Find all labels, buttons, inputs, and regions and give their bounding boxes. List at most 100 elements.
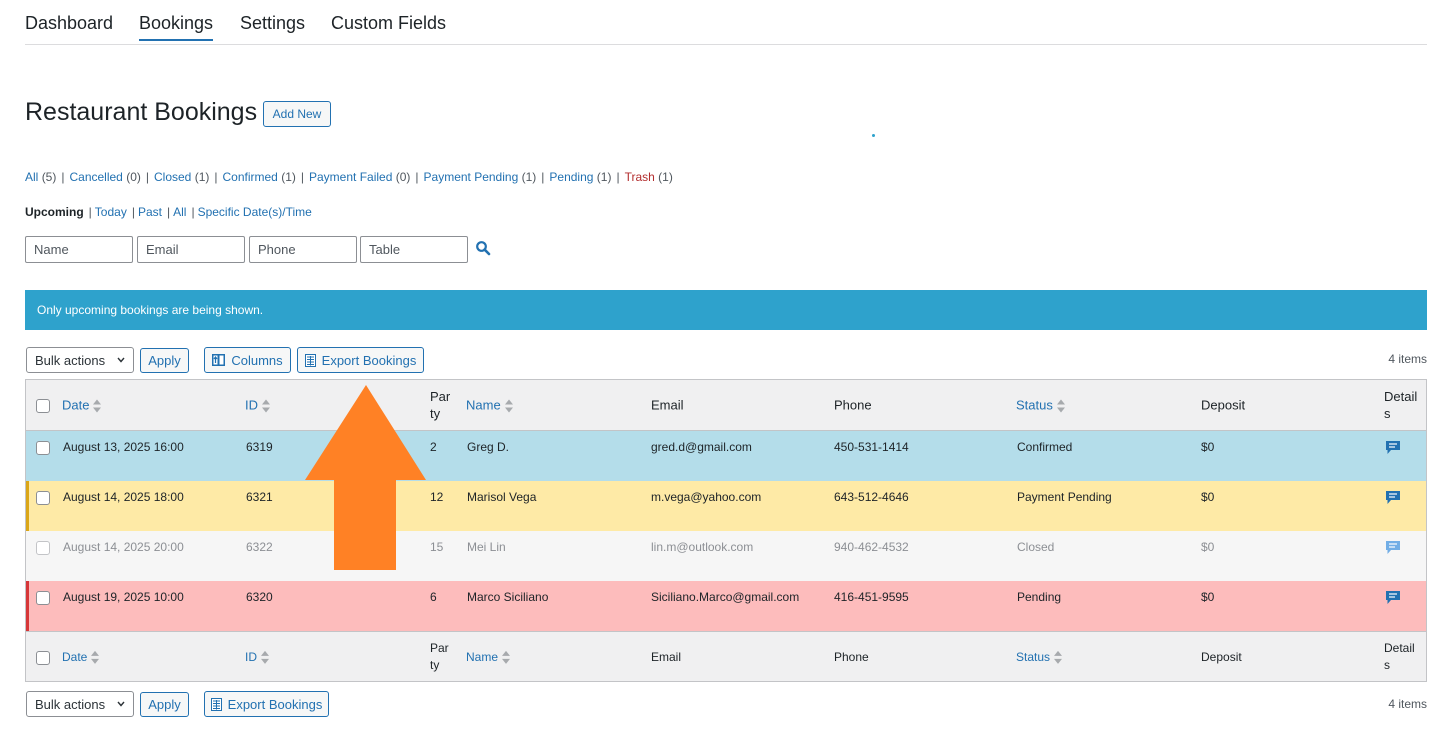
table-row[interactable]: August 14, 2025 18:00 6321 12 Marisol Ve… <box>26 481 1426 531</box>
tab-settings[interactable]: Settings <box>240 13 305 34</box>
filter-cancelled[interactable]: Cancelled <box>69 170 122 184</box>
sort-icon <box>261 650 269 664</box>
column-id[interactable]: ID <box>245 397 270 413</box>
sort-icon <box>504 399 513 413</box>
email-search-input[interactable] <box>137 236 245 263</box>
select-all-checkbox[interactable] <box>36 651 50 665</box>
column-email: Email <box>651 649 682 664</box>
row-checkbox[interactable] <box>36 441 50 455</box>
row-date: August 19, 2025 10:00 <box>63 590 184 604</box>
column-date[interactable]: Date <box>62 649 100 664</box>
time-filter-past[interactable]: Past <box>138 205 162 219</box>
bulk-actions-select[interactable]: Bulk actions <box>26 347 134 373</box>
table-search-input[interactable] <box>360 236 468 263</box>
time-filter-upcoming[interactable]: Upcoming <box>25 205 84 219</box>
sort-icon <box>1054 650 1063 664</box>
row-id: 6322 <box>246 540 273 554</box>
filter-trash[interactable]: Trash <box>625 170 655 184</box>
add-new-button[interactable]: Add New <box>263 101 331 127</box>
column-deposit: Deposit <box>1201 397 1246 413</box>
export-bookings-button-bottom[interactable]: Export Bookings <box>204 691 329 717</box>
comment-icon[interactable] <box>1385 490 1401 505</box>
column-name[interactable]: Name <box>466 397 513 413</box>
column-id[interactable]: ID <box>245 649 269 664</box>
column-party: Par ty <box>430 640 449 672</box>
status-indicator <box>26 481 29 531</box>
row-email: lin.m@outlook.com <box>651 540 754 554</box>
tab-dashboard[interactable]: Dashboard <box>25 13 113 34</box>
bookings-table: Date ID Par ty Name Email Phone Status De… <box>25 379 1427 682</box>
comment-icon[interactable] <box>1385 590 1401 605</box>
row-email: Siciliano.Marco@gmail.com <box>651 590 800 604</box>
column-date[interactable]: Date <box>62 397 102 413</box>
spreadsheet-icon <box>304 353 316 367</box>
filter-closed[interactable]: Closed <box>154 170 191 184</box>
time-filter-today[interactable]: Today <box>95 205 127 219</box>
time-filter-all[interactable]: All <box>173 205 186 219</box>
bulk-actions-select-bottom[interactable]: Bulk actions <box>26 691 134 717</box>
filter-payment-failed[interactable]: Payment Failed <box>309 170 392 184</box>
table-row[interactable]: August 13, 2025 16:00 6319 2 Greg D. gre… <box>26 431 1426 481</box>
column-email: Email <box>651 397 684 413</box>
arrow-up-icon <box>305 385 426 570</box>
items-count-bottom: 4 items <box>1388 697 1427 711</box>
row-status: Confirmed <box>1017 440 1073 454</box>
row-email: gred.d@gmail.com <box>651 440 752 454</box>
column-deposit: Deposit <box>1201 649 1242 664</box>
status-filters: All (5) | Cancelled (0) | Closed (1) | Confirm… <box>25 170 673 184</box>
row-status: Payment Pending <box>1017 490 1112 504</box>
row-date: August 14, 2025 20:00 <box>63 540 184 554</box>
tab-bookings[interactable]: Bookings <box>139 13 214 41</box>
items-count-top: 4 items <box>1388 352 1427 366</box>
nav-tabs: Dashboard Bookings Settings Custom Field… <box>25 0 1427 45</box>
row-deposit: $0 <box>1201 490 1215 504</box>
row-name: Greg D. <box>467 440 510 454</box>
columns-button[interactable]: Columns <box>204 347 291 373</box>
column-status[interactable]: Status <box>1016 649 1063 664</box>
sort-icon <box>1056 399 1065 413</box>
table-row[interactable]: August 19, 2025 10:00 6320 6 Marco Sicil… <box>26 581 1426 631</box>
row-phone: 416-451-9595 <box>834 590 909 604</box>
apply-button-bottom[interactable]: Apply <box>140 692 189 717</box>
chevron-down-icon <box>117 701 125 707</box>
comment-icon[interactable] <box>1385 440 1401 455</box>
column-phone: Phone <box>834 649 869 664</box>
phone-search-input[interactable] <box>249 236 357 263</box>
row-phone: 940-462-4532 <box>834 540 909 554</box>
page-title: Restaurant Bookings <box>25 98 258 126</box>
row-name: Marisol Vega <box>467 490 537 504</box>
apply-button[interactable]: Apply <box>140 348 189 373</box>
row-checkbox[interactable] <box>36 591 50 605</box>
row-phone: 450-531-1414 <box>834 440 909 454</box>
filter-confirmed[interactable]: Confirmed <box>223 170 278 184</box>
row-deposit: $0 <box>1201 590 1215 604</box>
filter-pending[interactable]: Pending <box>549 170 593 184</box>
export-bookings-button[interactable]: Export Bookings <box>297 347 424 373</box>
time-filters: Upcoming | Today | Past | All | Specific Date(s)… <box>25 205 312 219</box>
select-all-checkbox[interactable] <box>36 399 50 413</box>
tab-custom-fields[interactable]: Custom Fields <box>331 13 446 34</box>
table-row[interactable]: August 14, 2025 20:00 6322 15 Mei Lin li… <box>26 531 1426 581</box>
row-checkbox[interactable] <box>36 541 50 555</box>
row-date: August 14, 2025 18:00 <box>63 490 184 504</box>
row-phone: 643-512-4646 <box>834 490 909 504</box>
row-name: Marco Siciliano <box>467 590 549 604</box>
chevron-down-icon <box>117 357 125 363</box>
row-party: 2 <box>430 440 437 454</box>
filter-all[interactable]: All <box>25 170 38 184</box>
row-party: 12 <box>430 490 444 504</box>
row-id: 6320 <box>246 590 273 604</box>
search-icon[interactable] <box>475 240 491 256</box>
time-filter-specific[interactable]: Specific Date(s)/Time <box>198 205 312 219</box>
name-search-input[interactable] <box>25 236 133 263</box>
filter-payment-pending[interactable]: Payment Pending <box>424 170 519 184</box>
column-status[interactable]: Status <box>1016 397 1065 413</box>
column-phone: Phone <box>834 397 872 413</box>
columns-icon <box>212 354 226 366</box>
column-name[interactable]: Name <box>466 649 511 664</box>
column-party: Par ty <box>430 389 451 421</box>
comment-icon[interactable] <box>1385 540 1401 555</box>
column-details: Detail s <box>1384 389 1418 421</box>
row-checkbox[interactable] <box>36 491 50 505</box>
column-details: Detail s <box>1384 640 1415 672</box>
